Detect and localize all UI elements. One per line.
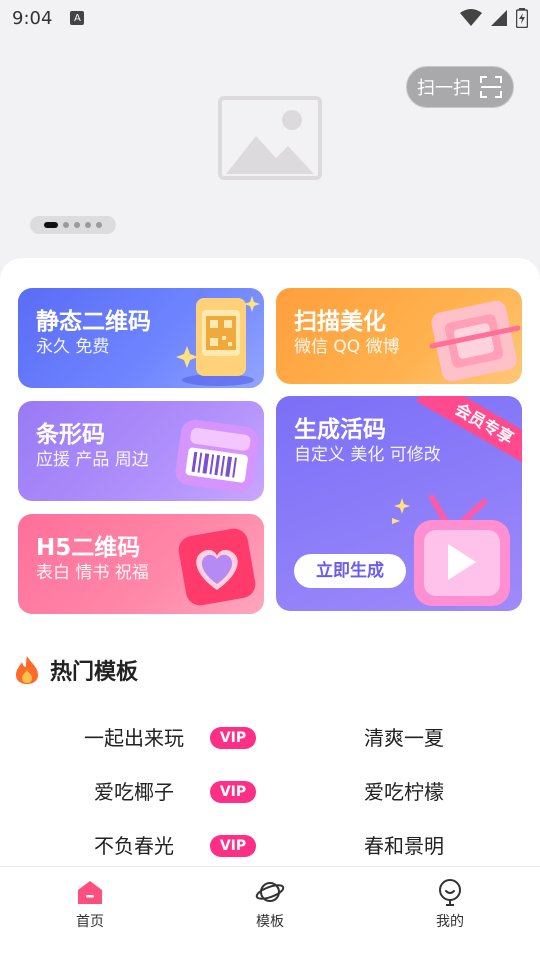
barcode-card[interactable]: 条形码 应援 产品 周边 <box>18 401 264 501</box>
template-item[interactable]: 爱吃椰子 <box>94 778 174 806</box>
home-icon <box>78 881 102 904</box>
vip-badge: VIP <box>210 781 256 803</box>
image-placeholder-icon <box>218 96 322 180</box>
h5-qr-title: H5二维码 <box>36 535 141 561</box>
fire-icon <box>16 656 38 684</box>
barcode-subtitle: 应援 产品 周边 <box>36 450 149 470</box>
status-bar: 9:04 A <box>0 0 540 36</box>
carousel-dot <box>85 222 91 228</box>
profile-icon <box>439 879 461 906</box>
template-name: 一起出来玩 <box>84 726 184 750</box>
scan-button[interactable]: 扫一扫 <box>406 66 514 108</box>
heart-card-icon <box>178 528 256 606</box>
qr-stand-icon <box>176 296 260 386</box>
tab-profile-label: 我的 <box>436 914 464 930</box>
live-code-card[interactable]: 生成活码 自定义 美化 可修改 会员专享 立即生成 <box>276 396 522 611</box>
scan-label: 扫一扫 <box>417 78 471 99</box>
static-qr-title: 静态二维码 <box>36 309 151 335</box>
tab-home[interactable]: 首页 <box>45 877 135 937</box>
main-sheet: 静态二维码 永久 免费 扫描美化 微信 QQ 微博 条形码 应援 产品 周边 H… <box>0 258 540 868</box>
battery-icon <box>516 8 528 28</box>
bottom-tab-bar: 首页 模板 我的 <box>0 866 540 960</box>
carousel-dot <box>74 222 80 228</box>
wifi-icon <box>460 9 482 26</box>
template-name: 爱吃椰子 <box>94 780 174 804</box>
play-tv-icon <box>392 495 510 606</box>
live-code-title: 生成活码 <box>294 417 386 443</box>
static-qr-card[interactable]: 静态二维码 永久 免费 <box>18 288 264 388</box>
scan-beautify-subtitle: 微信 QQ 微博 <box>294 337 400 357</box>
carousel-dot <box>96 222 102 228</box>
tab-home-label: 首页 <box>76 914 104 930</box>
carousel-dot-active <box>44 222 58 228</box>
signal-icon <box>491 10 507 26</box>
h5-qr-card[interactable]: H5二维码 表白 情书 祝福 <box>18 514 264 614</box>
tab-profile[interactable]: 我的 <box>405 877 495 937</box>
tab-templates-label: 模板 <box>256 914 284 930</box>
h5-qr-subtitle: 表白 情书 祝福 <box>36 563 149 583</box>
template-name: 春和景明 <box>364 834 444 858</box>
template-name: 爱吃柠檬 <box>364 780 444 804</box>
static-qr-subtitle: 永久 免费 <box>36 337 110 357</box>
template-item[interactable]: 清爽一夏 <box>364 724 444 752</box>
template-name: 不负春光 <box>94 834 174 858</box>
tab-templates[interactable]: 模板 <box>225 877 315 937</box>
scan-beautify-title: 扫描美化 <box>294 309 386 335</box>
planet-icon <box>255 882 285 902</box>
carousel-dot <box>63 222 69 228</box>
hot-templates-header: 热门模板 <box>14 654 138 686</box>
template-item[interactable]: 春和景明 <box>364 832 444 860</box>
scan-frame-icon <box>480 76 502 98</box>
hot-templates-title: 热门模板 <box>50 660 139 685</box>
vip-badge: VIP <box>210 835 256 857</box>
template-name: 清爽一夏 <box>364 726 444 750</box>
scan-beautify-card[interactable]: 扫描美化 微信 QQ 微博 <box>276 288 522 384</box>
barcode-device-icon <box>175 419 259 493</box>
status-right <box>460 8 528 28</box>
carousel-indicator <box>30 216 116 234</box>
barcode-title: 条形码 <box>36 422 105 448</box>
status-time: 9:04 <box>12 7 53 29</box>
scan-frame-art-icon <box>429 300 521 382</box>
template-item[interactable]: 一起出来玩 <box>84 724 184 752</box>
banner-carousel[interactable]: 扫一扫 <box>0 36 540 258</box>
vip-badge: VIP <box>210 727 256 749</box>
template-item[interactable]: 爱吃柠檬 <box>364 778 444 806</box>
keyboard-a-icon: A <box>70 11 85 25</box>
template-item[interactable]: 不负春光 <box>94 832 174 860</box>
generate-now-button[interactable]: 立即生成 <box>294 554 406 588</box>
live-code-subtitle: 自定义 美化 可修改 <box>294 445 441 465</box>
